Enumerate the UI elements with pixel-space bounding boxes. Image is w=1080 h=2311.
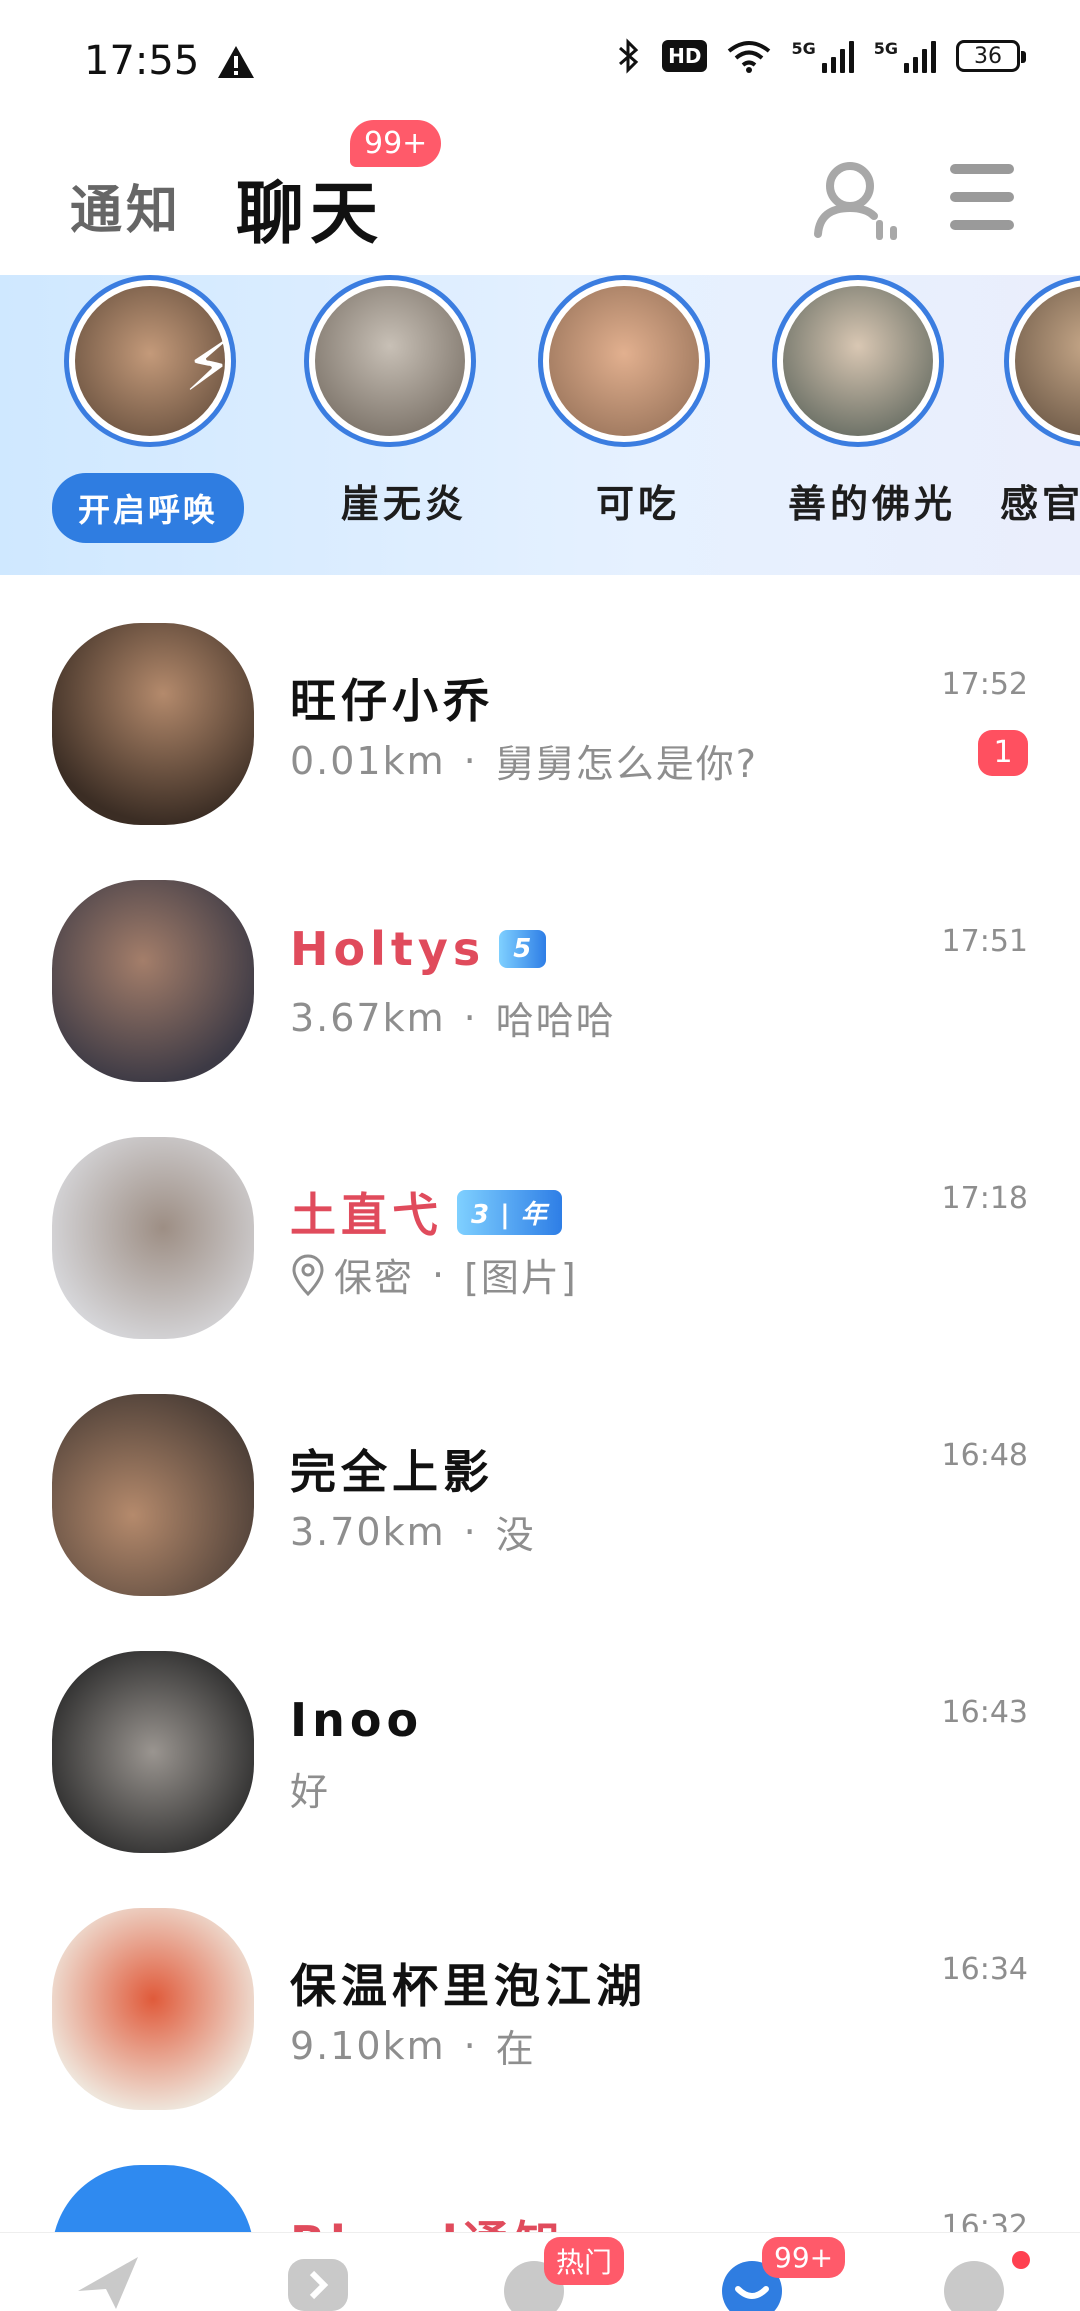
story-item[interactable]: 感官	[1000, 275, 1080, 575]
avatar[interactable]	[52, 1651, 254, 1853]
chat-name: 土直弋 3 | 年	[290, 1179, 562, 1245]
chat-name: 保温杯里泡江湖	[290, 1959, 647, 2013]
profile-red-dot	[1012, 2251, 1030, 2269]
story-avatar[interactable]	[538, 275, 710, 447]
header: 通知 聊天 99+	[0, 120, 1080, 275]
avatar[interactable]	[52, 2165, 254, 2232]
chat-time: 17:18	[941, 1181, 1028, 1216]
story-item[interactable]: 善的佛光	[772, 275, 972, 575]
tab-chat[interactable]: 聊天	[236, 158, 384, 257]
chat-time: 17:51	[941, 924, 1028, 959]
chat-name: 旺仔小乔	[290, 674, 494, 728]
chat-time: 16:48	[941, 1438, 1028, 1473]
chat-time: 16:34	[941, 1952, 1028, 1987]
nav-live-icon[interactable]	[282, 2251, 354, 2311]
hot-tag: 热门	[544, 2237, 625, 2285]
location-pin-icon	[292, 1253, 324, 1296]
avatar[interactable]	[52, 623, 254, 825]
tab-notify[interactable]: 通知	[70, 168, 182, 243]
story-name: 崖无炎	[340, 482, 467, 526]
status-bar: 17:55 HD 5G 5G 36	[0, 0, 1080, 120]
story-name: 可吃	[595, 482, 680, 526]
status-time: 17:55	[84, 38, 200, 84]
status-icons: HD 5G 5G 36	[616, 38, 1026, 74]
chat-time: 16:43	[941, 1695, 1028, 1730]
chat-row[interactable]: 旺仔小乔 0.01km · 舅舅怎么是你? 17:52 1	[0, 575, 1080, 832]
story-name: 善的佛光	[787, 482, 956, 526]
avatar[interactable]	[52, 880, 254, 1082]
chat-name: Blued通知	[290, 2207, 565, 2232]
bluetooth-icon	[619, 38, 639, 74]
avatar[interactable]	[52, 1394, 254, 1596]
chat-row[interactable]: 保温杯里泡江湖 9.10km · 在 16:34	[0, 1860, 1080, 2117]
chat-preview: 保密 · [图片]	[290, 1247, 578, 1302]
messages-badge: 99+	[762, 2237, 846, 2278]
chat-time: 16:32	[941, 2209, 1028, 2232]
vip-badge: 5	[499, 930, 547, 968]
vip-badge: 3 | 年	[457, 1189, 562, 1235]
chat-preview: 好	[290, 1770, 331, 1814]
wifi-icon	[728, 41, 771, 73]
chat-preview: 9.10km · 在	[290, 2023, 536, 2072]
chat-preview: 3.67km · 哈哈哈	[290, 995, 616, 1044]
story-strip[interactable]: ⚡ 开启呼唤 崖无炎 可吃 善的佛光 感官	[0, 275, 1080, 575]
battery-icon: 36	[956, 40, 1026, 72]
chat-name: Holtys 5	[290, 922, 547, 976]
chat-name: 完全上影	[290, 1445, 494, 1499]
avatar[interactable]	[52, 1908, 254, 2110]
chat-name: Inoo	[290, 1693, 424, 1747]
chat-row[interactable]: Holtys 5 3.67km · 哈哈哈 17:51	[0, 832, 1080, 1089]
signal-5g-1-icon: 5G	[791, 39, 854, 73]
story-avatar[interactable]	[772, 275, 944, 447]
bottom-nav: 热门 99+	[0, 2232, 1080, 2311]
warning-icon	[218, 46, 254, 78]
lightning-icon: ⚡	[184, 325, 234, 407]
unread-badge: 1	[978, 730, 1028, 776]
avatar[interactable]	[52, 1137, 254, 1339]
chat-preview: 3.70km · 没	[290, 1509, 536, 1558]
chat-row[interactable]: 土直弋 3 | 年 保密 · [图片] 17:18	[0, 1089, 1080, 1346]
signal-5g-2-icon: 5G	[874, 39, 936, 73]
story-avatar[interactable]	[1004, 275, 1080, 447]
call-button[interactable]: 开启呼唤	[52, 473, 245, 543]
chat-unread-badge: 99+	[350, 120, 442, 167]
chat-row[interactable]: Inoo 好 16:43	[0, 1603, 1080, 1860]
chat-row[interactable]: 完全上影 3.70km · 没 16:48	[0, 1346, 1080, 1603]
story-item[interactable]: 崖无炎	[304, 275, 504, 575]
chat-time: 17:52	[941, 667, 1028, 702]
menu-icon[interactable]	[950, 164, 1014, 230]
nav-profile-icon[interactable]	[938, 2251, 1010, 2311]
story-avatar[interactable]	[304, 275, 476, 447]
chat-preview: 0.01km · 舅舅怎么是你?	[290, 738, 758, 787]
story-name: 感官	[1000, 482, 1080, 526]
hd-voice-icon: HD	[662, 40, 708, 72]
chat-row[interactable]: Blued通知 16:32	[0, 2117, 1080, 2232]
story-item[interactable]: 可吃	[538, 275, 738, 575]
nav-discover-icon[interactable]	[72, 2251, 144, 2311]
contacts-icon[interactable]	[810, 156, 906, 246]
